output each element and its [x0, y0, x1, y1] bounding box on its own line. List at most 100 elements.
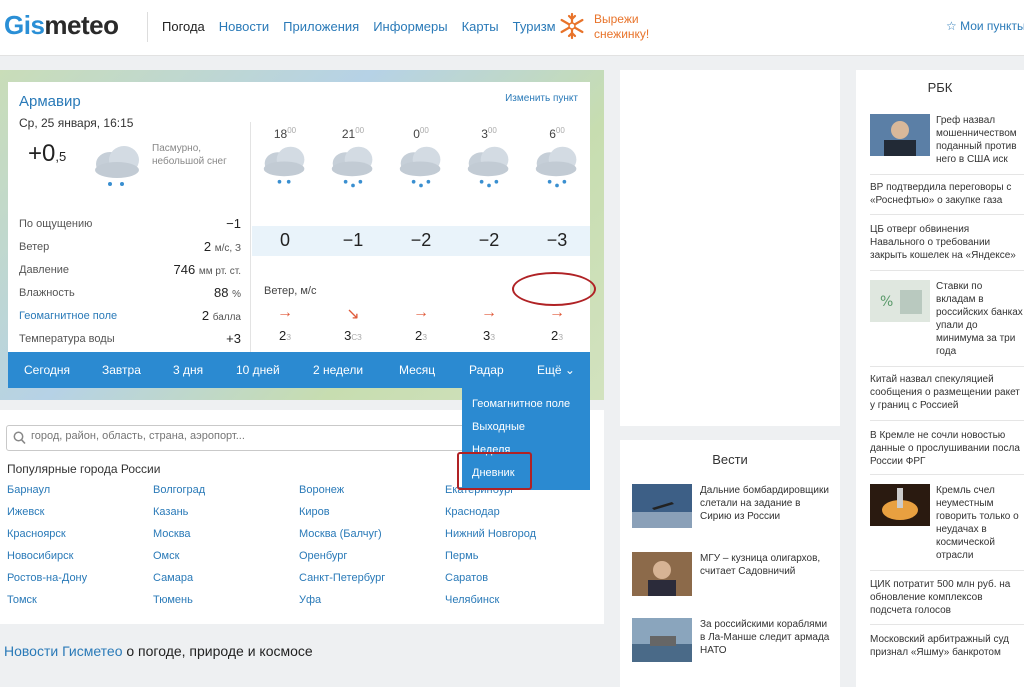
column-divider — [250, 122, 251, 352]
param-pressure: Давление 746 мм рт. ст. — [19, 262, 241, 277]
tab-month[interactable]: Месяц — [399, 363, 435, 377]
svg-text:%: % — [880, 294, 893, 310]
cloud-snow-icon — [399, 146, 441, 188]
city-link[interactable]: Новосибирск — [7, 550, 153, 572]
rbk-item[interactable]: Ставки по вкладам в российских банках уп… — [936, 280, 1024, 358]
param-water-temp: Температура воды +3 — [19, 331, 241, 346]
snowflake-icon[interactable] — [558, 12, 586, 40]
city-link[interactable]: Воронеж — [299, 484, 445, 506]
gismeteo-logo[interactable]: Gismeteo — [4, 10, 119, 41]
city-link[interactable]: Санкт-Петербург — [299, 572, 445, 594]
nav-informers[interactable]: Информеры — [373, 19, 447, 34]
search-icon — [13, 431, 26, 445]
tab-2-weeks[interactable]: 2 недели — [313, 363, 363, 377]
nav-weather[interactable]: Погода — [162, 19, 205, 34]
rbk-item[interactable]: ЦБ отверг обвинения Навального о требова… — [870, 223, 1024, 262]
wind-arrow-icon: → — [413, 304, 429, 321]
forecast-temp-3: −2 — [478, 230, 500, 250]
tab-more[interactable]: Ещё ⌄ — [537, 363, 575, 377]
geomagnetic-link[interactable]: Геомагнитное поле — [19, 310, 117, 322]
forecast-col-21: 2100 — [320, 126, 386, 196]
tab-radar[interactable]: Радар — [469, 363, 504, 377]
city-link[interactable]: Краснодар — [445, 506, 591, 528]
news-thumbnail — [632, 552, 692, 596]
rbk-item[interactable]: Московский арбитражный суд признал «Яшму… — [870, 633, 1024, 659]
city-link[interactable]: Самара — [153, 572, 299, 594]
news-thumbnail — [632, 618, 692, 662]
nav-maps[interactable]: Карты — [462, 19, 499, 34]
city-link[interactable]: Ижевск — [7, 506, 153, 528]
forecast-col-18: 1800 — [252, 126, 318, 196]
rbk-item[interactable]: Греф назвал мошенничеством поданный прот… — [936, 114, 1024, 166]
menu-item-weekend[interactable]: Выходные — [462, 417, 590, 440]
search-box[interactable] — [6, 425, 490, 451]
tab-3-days[interactable]: 3 дня — [173, 363, 203, 377]
param-wind: Ветер 2 м/с, З — [19, 239, 241, 254]
city-link[interactable]: Красноярск — [7, 528, 153, 550]
cloud-snow-icon — [331, 146, 373, 188]
vesti-news-panel: Вести Дальние бомбардировщики слетали на… — [620, 440, 840, 687]
popular-cities-grid: Барнаул Волгоград Воронеж Екатеринбург И… — [7, 484, 597, 616]
change-point-link[interactable]: Изменить пункт — [505, 93, 578, 104]
nav-news[interactable]: Новости — [219, 19, 269, 34]
news-thumbnail — [632, 484, 692, 528]
param-feels-like: По ощущению −1 — [19, 216, 241, 231]
weather-map-background: Армавир Изменить пункт Ср, 25 января, 16… — [0, 70, 604, 400]
current-temperature: +0,5 — [28, 140, 67, 167]
param-geomagnetic: Геомагнитное поле 2 балла — [19, 308, 241, 323]
cloud-snow-icon — [467, 146, 509, 188]
city-link[interactable]: Барнаул — [7, 484, 153, 506]
tab-tomorrow[interactable]: Завтра — [102, 363, 141, 377]
city-link[interactable]: Волгоград — [153, 484, 299, 506]
rbk-item[interactable]: Кремль счел неуместным говорить только о… — [936, 484, 1024, 562]
city-link[interactable]: Уфа — [299, 594, 445, 616]
city-name[interactable]: Армавир — [19, 93, 81, 110]
city-link[interactable]: Челябинск — [445, 594, 591, 616]
ad-placeholder — [620, 70, 840, 426]
city-link[interactable]: Москва — [153, 528, 299, 550]
wind-speed-0: 2З — [414, 328, 428, 343]
wind-arrow-icon: ↘ — [346, 306, 360, 323]
rbk-item[interactable]: ВР подтвердила переговоры с «Роснефтью» … — [870, 181, 1024, 207]
nav-tourism[interactable]: Туризм — [513, 19, 556, 34]
menu-item-geomagnetic[interactable]: Геомагнитное поле — [462, 394, 590, 417]
city-link[interactable]: Нижний Новгород — [445, 528, 591, 550]
city-link[interactable]: Москва (Балчуг) — [299, 528, 445, 550]
news-thumbnail — [870, 484, 930, 526]
popular-cities-title: Популярные города России — [7, 462, 161, 476]
nav-apps[interactable]: Приложения — [283, 19, 359, 34]
rbk-item[interactable]: ЦИК потратит 500 млн руб. на обновление … — [870, 578, 1024, 617]
gismeteo-news-link[interactable]: Новости Гисметео — [4, 643, 122, 659]
city-link[interactable]: Киров — [299, 506, 445, 528]
city-link[interactable]: Томск — [7, 594, 153, 616]
wind-speed-3: 3З — [482, 328, 496, 343]
tab-today[interactable]: Сегодня — [24, 363, 70, 377]
rbk-news-panel: РБК Греф назвал мошенничеством поданный … — [856, 70, 1024, 687]
cut-snowflake-promo[interactable]: Вырежи снежинку! — [594, 12, 649, 42]
city-link[interactable]: Казань — [153, 506, 299, 528]
cloud-snow-icon — [263, 146, 305, 184]
search-input[interactable] — [31, 430, 481, 442]
city-link[interactable]: Саратов — [445, 572, 591, 594]
wind-speed-21: 3СЗ — [344, 328, 362, 343]
header-divider — [147, 12, 148, 42]
my-points-link[interactable]: ☆ Мои пункты — [946, 19, 1024, 33]
city-link[interactable]: Пермь — [445, 550, 591, 572]
city-link[interactable]: Оренбург — [299, 550, 445, 572]
main-nav: Погода Новости Приложения Информеры Карт… — [162, 19, 556, 34]
city-link[interactable]: Ростов-на-Дону — [7, 572, 153, 594]
more-highlight-circle — [512, 272, 596, 306]
city-link[interactable]: Омск — [153, 550, 299, 572]
cloud-snow-icon — [535, 146, 577, 188]
rbk-item[interactable]: В Кремле не сочли новостью данные о прос… — [870, 429, 1024, 468]
param-humidity: Влажность 88 % — [19, 285, 241, 300]
rbk-item[interactable]: Китай назвал спекуляцией сообщения о раз… — [870, 373, 1024, 412]
forecast-temp-18: 0 — [279, 230, 290, 250]
forecast-col-3: 300 — [456, 126, 522, 196]
gismeteo-news-heading: Новости Гисметео о погоде, природе и кос… — [4, 643, 313, 659]
tab-10-days[interactable]: 10 дней — [236, 363, 280, 377]
forecast-temp-0: −2 — [410, 230, 432, 250]
forecast-temp-21: −1 — [342, 230, 364, 250]
city-link[interactable]: Тюмень — [153, 594, 299, 616]
weather-card: Армавир Изменить пункт Ср, 25 января, 16… — [8, 82, 590, 354]
